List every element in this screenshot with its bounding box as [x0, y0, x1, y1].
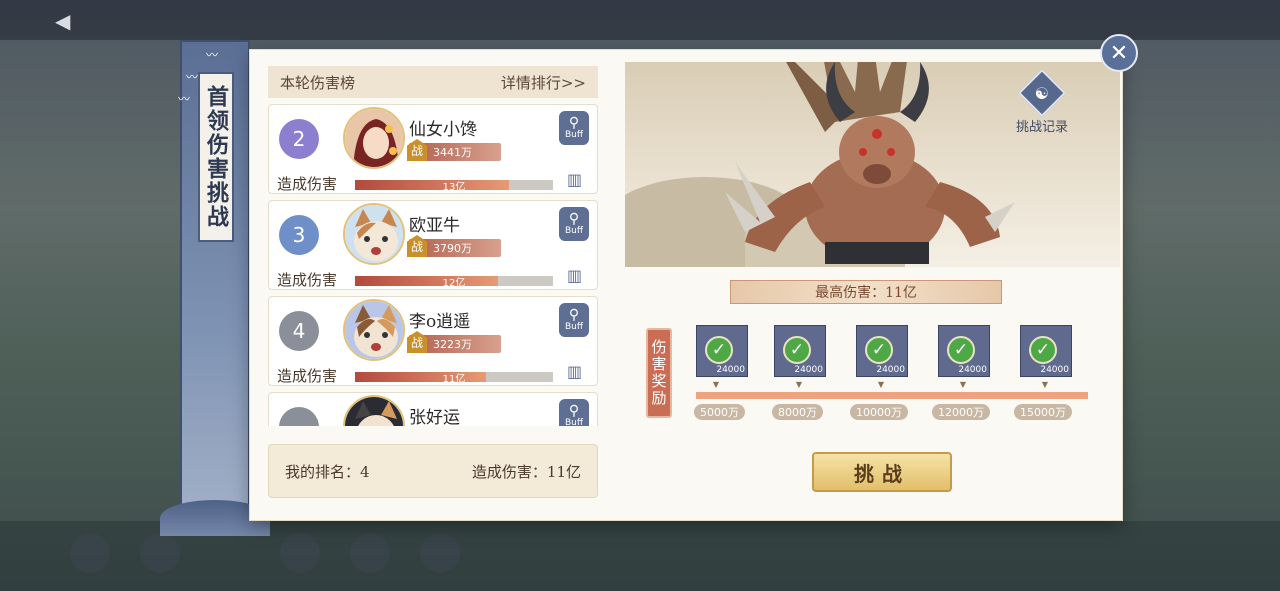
- rank-badge: 4: [279, 311, 319, 351]
- background-menu-icon: [140, 533, 180, 573]
- damage-value: 11亿: [442, 374, 466, 385]
- background-menu-icon: [70, 533, 110, 573]
- my-rank-label: 我的排名：4: [285, 462, 370, 481]
- background-menu-icon: [420, 533, 460, 573]
- down-arrow-icon: ▼: [959, 380, 967, 389]
- damage-bar: 12亿: [355, 276, 553, 289]
- player-name: 欧亚牛: [409, 216, 460, 236]
- buff-button[interactable]: ⚲ Buff: [559, 207, 589, 241]
- player-name: 仙女小馋: [409, 120, 477, 140]
- ranking-row[interactable]: 3 欧亚牛 3790万 战 ⚲ Buff 造成伤害 12亿 ▥: [268, 200, 598, 290]
- back-arrow-icon: ◀: [55, 9, 71, 33]
- reward-threshold: 15000万: [1014, 404, 1072, 420]
- down-arrow-icon: ▼: [795, 380, 803, 389]
- reward-quantity: 24000: [794, 365, 823, 375]
- check-icon: ✓: [705, 336, 733, 364]
- rank-badge: [279, 407, 319, 426]
- buff-button[interactable]: ⚲ Buff: [559, 399, 589, 426]
- detail-ranking-link[interactable]: 详情排行>>: [501, 72, 586, 93]
- down-arrow-icon: ▼: [712, 380, 720, 389]
- challenge-history-button[interactable]: ☯ 挑战记录: [1010, 68, 1074, 136]
- buff-button[interactable]: ⚲ Buff: [559, 111, 589, 145]
- reward-item[interactable]: ✓ 24000: [938, 325, 990, 377]
- background-menu-icon: [280, 533, 320, 573]
- my-rank-bar: 我的排名：4 造成伤害：11亿: [268, 444, 598, 498]
- reward-progress-track: [696, 392, 1088, 399]
- challenge-history-label: 挑战记录: [1015, 120, 1068, 135]
- bird-icon: 〰: [178, 92, 191, 106]
- reward-threshold: 5000万: [694, 404, 745, 420]
- stats-chart-icon[interactable]: ▥: [567, 267, 587, 285]
- magnifier-icon: ⚲: [568, 211, 580, 227]
- magnifier-icon: ⚲: [568, 403, 580, 419]
- ranking-header: 本轮伤害榜 详情排行>>: [268, 66, 598, 98]
- rank-badge: 3: [279, 215, 319, 255]
- reward-quantity: 24000: [1040, 365, 1069, 375]
- reward-item[interactable]: ✓ 24000: [774, 325, 826, 377]
- reward-quantity: 24000: [958, 365, 987, 375]
- damage-reward-tag: 伤害奖励: [646, 328, 672, 418]
- my-damage-label: 造成伤害：11亿: [471, 462, 581, 481]
- reward-item[interactable]: ✓ 24000: [1020, 325, 1072, 377]
- rank-badge: 2: [279, 119, 319, 159]
- damage-label: 造成伤害: [277, 271, 338, 289]
- swirl-icon: ☯: [1017, 68, 1067, 118]
- reward-threshold: 12000万: [932, 404, 990, 420]
- buff-button[interactable]: ⚲ Buff: [559, 303, 589, 337]
- cat-avatar[interactable]: [343, 395, 405, 426]
- stats-chart-icon[interactable]: ▥: [567, 171, 587, 189]
- reward-item[interactable]: ✓ 24000: [856, 325, 908, 377]
- reward-threshold: 8000万: [772, 404, 823, 420]
- cat-avatar[interactable]: [343, 299, 405, 361]
- stats-chart-icon[interactable]: ▥: [567, 363, 587, 381]
- check-icon: ✓: [947, 336, 975, 364]
- reward-quantity: 24000: [716, 365, 745, 375]
- background-top-bar: [0, 0, 1280, 40]
- ranking-title: 本轮伤害榜: [280, 73, 356, 92]
- damage-value: 13亿: [442, 182, 466, 193]
- ranking-row[interactable]: 4 李o逍遥 3223万 战 ⚲ Buff 造成伤害 11亿 ▥: [268, 296, 598, 386]
- close-button[interactable]: ✕: [1100, 34, 1138, 72]
- challenge-button[interactable]: 挑战: [812, 452, 952, 492]
- max-damage-banner: 最高伤害：11亿: [730, 280, 1002, 304]
- bird-icon: 〰: [186, 70, 199, 84]
- magnifier-icon: ⚲: [568, 115, 580, 131]
- damage-label: 造成伤害: [277, 175, 338, 193]
- buff-label: Buff: [564, 226, 584, 236]
- reward-quantity: 24000: [876, 365, 905, 375]
- reward-threshold: 10000万: [850, 404, 908, 420]
- cat-avatar[interactable]: [343, 203, 405, 265]
- buff-label: Buff: [564, 322, 584, 332]
- damage-label: 造成伤害: [277, 367, 338, 385]
- ranking-row[interactable]: 2 仙女小馋 3441万 战 ⚲ Buff 造成伤害 13亿 ▥: [268, 104, 598, 194]
- check-icon: ✓: [783, 336, 811, 364]
- reward-item[interactable]: ✓ 24000: [696, 325, 748, 377]
- close-icon: ✕: [1109, 40, 1129, 66]
- woman-avatar[interactable]: [343, 107, 405, 169]
- down-arrow-icon: ▼: [1041, 380, 1049, 389]
- ranking-list[interactable]: 2 仙女小馋 3441万 战 ⚲ Buff 造成伤害 13亿 ▥ 3 欧亚牛 3…: [268, 104, 598, 426]
- down-arrow-icon: ▼: [877, 380, 885, 389]
- damage-bar: 11亿: [355, 372, 553, 385]
- damage-bar: 13亿: [355, 180, 553, 193]
- player-name: 李o逍遥: [409, 312, 471, 332]
- check-icon: ✓: [1029, 336, 1057, 364]
- background-menu-icon: [350, 533, 390, 573]
- bird-icon: 〰: [206, 48, 219, 62]
- damage-value: 12亿: [442, 278, 466, 289]
- boss-monster-image: [725, 62, 1015, 264]
- check-icon: ✓: [865, 336, 893, 364]
- ranking-row[interactable]: 张好运 ⚲ Buff: [268, 392, 598, 426]
- magnifier-icon: ⚲: [568, 307, 580, 323]
- page-title: 首领伤害挑战: [198, 72, 234, 242]
- player-name: 张好运: [409, 408, 460, 426]
- buff-label: Buff: [564, 418, 584, 426]
- buff-label: Buff: [564, 130, 584, 140]
